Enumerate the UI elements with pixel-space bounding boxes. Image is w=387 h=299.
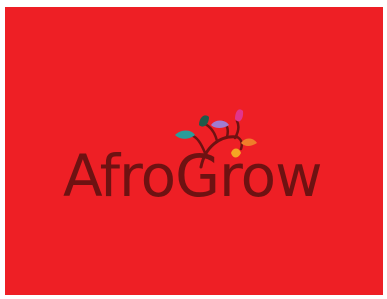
brand-name-part2: Grow bbox=[175, 142, 322, 210]
teal-leaf bbox=[175, 130, 195, 139]
pink-leaf bbox=[235, 109, 244, 122]
logo-canvas: Afro Grow bbox=[5, 7, 383, 295]
brand-wordmark: Afro Grow bbox=[63, 147, 363, 217]
brand-name-part1: Afro bbox=[63, 142, 176, 210]
afrogrow-logo: Afro Grow bbox=[5, 7, 383, 295]
